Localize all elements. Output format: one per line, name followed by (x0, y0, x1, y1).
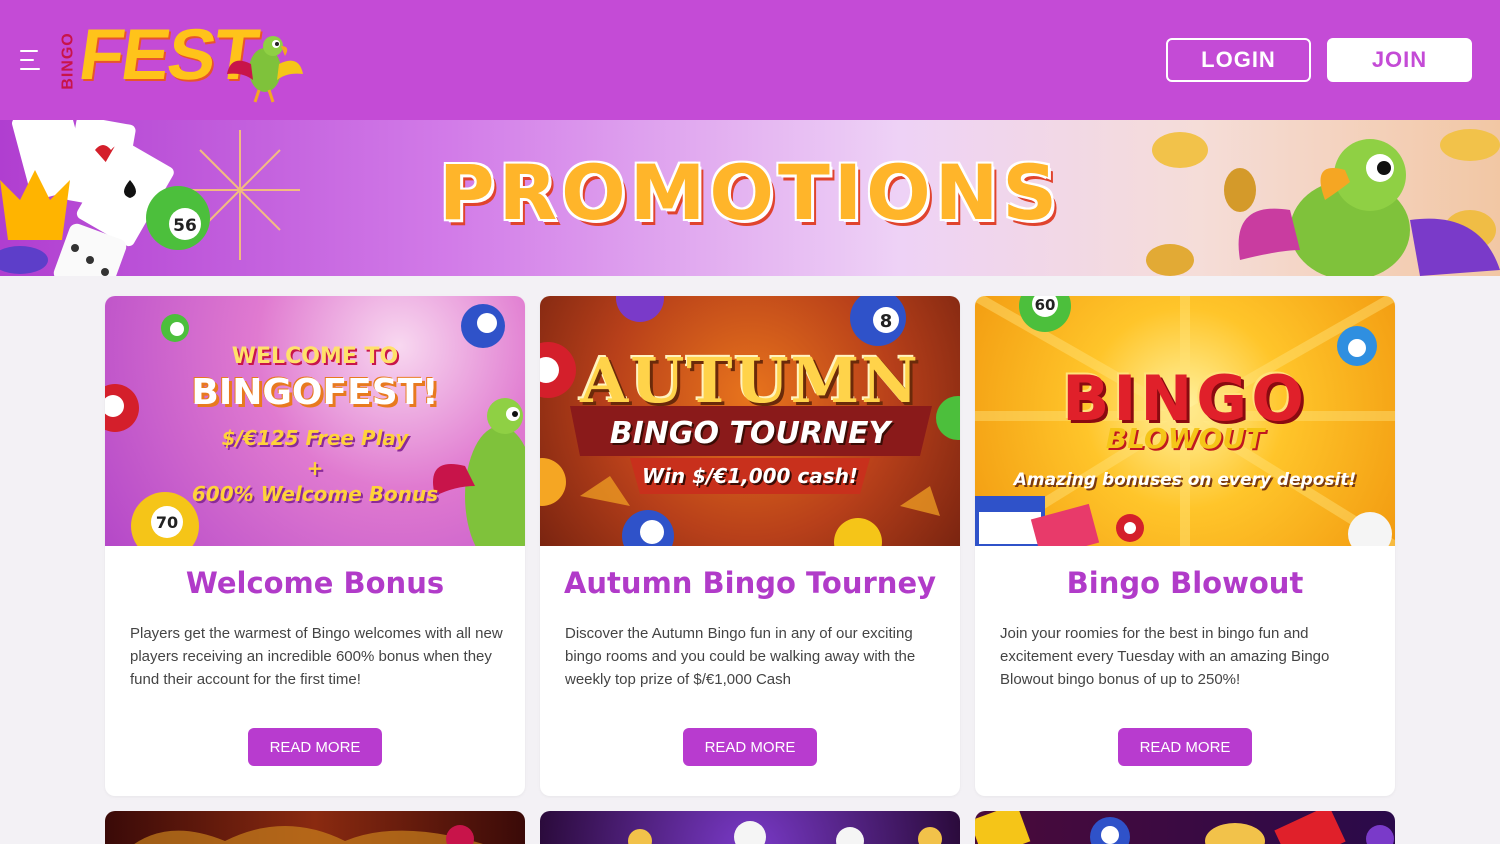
site-header: BINGO FEST LOGIN JOIN (0, 0, 1500, 120)
welcome-line4: + (306, 456, 324, 480)
autumn-line2: BINGO TOURNEY (609, 416, 891, 451)
welcome-line5: 600% Welcome Bonus (191, 482, 439, 506)
welcome-line1: WELCOME TO (231, 344, 399, 369)
read-more-button[interactable]: READ MORE (248, 728, 382, 766)
autumn-tourney-image[interactable]: 8 AUTUMN BINGO TOURNEY Win $/€1,000 cash… (540, 296, 960, 546)
dragon-illustration (134, 825, 484, 844)
card-description: Discover the Autumn Bingo fun in any of … (565, 625, 916, 688)
promo-card-peek-3[interactable] (975, 811, 1395, 844)
card-title: Welcome Bonus (185, 566, 445, 600)
card-description: Join your roomies for the best in bingo … (1000, 625, 1330, 688)
menu-icon[interactable] (20, 50, 40, 70)
balls-coins-illustration (975, 811, 1394, 844)
autumn-line1: AUTUMN (580, 344, 920, 417)
parrot-icon (227, 36, 303, 103)
bingofest-logo[interactable]: BINGO FEST (60, 15, 305, 103)
promo-card-peek-2[interactable] (540, 811, 960, 844)
bingo-balls-illustration: 70 (105, 304, 525, 546)
card-title: Bingo Blowout (1066, 566, 1304, 600)
promo-card-peek-1[interactable] (105, 811, 525, 844)
welcome-line2: BINGOFEST! (191, 372, 439, 413)
read-more-button[interactable]: READ MORE (683, 728, 817, 766)
card-description: Players get the warmest of Bingo welcome… (130, 625, 503, 688)
promo-card-welcome-bonus: 70 WELCOME TO BINGOFEST! $/€125 Free Pla… (105, 296, 525, 796)
parrot-coins-illustration (1146, 129, 1500, 276)
coins-balls-illustration (628, 821, 942, 844)
join-button[interactable]: JOIN (1327, 38, 1472, 82)
promotions-banner: 56 PROMOTIONS (0, 120, 1500, 276)
read-more-button[interactable]: READ MORE (1118, 728, 1252, 766)
promo-card-autumn-tourney: 8 AUTUMN BINGO TOURNEY Win $/€1,000 cash… (540, 296, 960, 796)
svg-text:8: 8 (880, 311, 893, 332)
blowout-line2: BLOWOUT (1105, 422, 1265, 455)
svg-text:60: 60 (1035, 296, 1056, 314)
blowout-line3: Amazing bonuses on every deposit! (1013, 470, 1357, 490)
promo-card-bingo-blowout: 60 BINGO BLOWOUT Amazing bonuses on ever… (975, 296, 1395, 796)
welcome-bonus-image[interactable]: 70 WELCOME TO BINGOFEST! $/€125 Free Pla… (105, 296, 525, 546)
login-button[interactable]: LOGIN (1166, 38, 1311, 82)
bingo-blowout-image[interactable]: 60 BINGO BLOWOUT Amazing bonuses on ever… (975, 296, 1395, 546)
welcome-line3: $/€125 Free Play (221, 426, 409, 450)
card-title: Autumn Bingo Tourney (563, 566, 937, 600)
svg-text:70: 70 (156, 513, 178, 532)
autumn-line3: Win $/€1,000 cash! (641, 464, 859, 488)
